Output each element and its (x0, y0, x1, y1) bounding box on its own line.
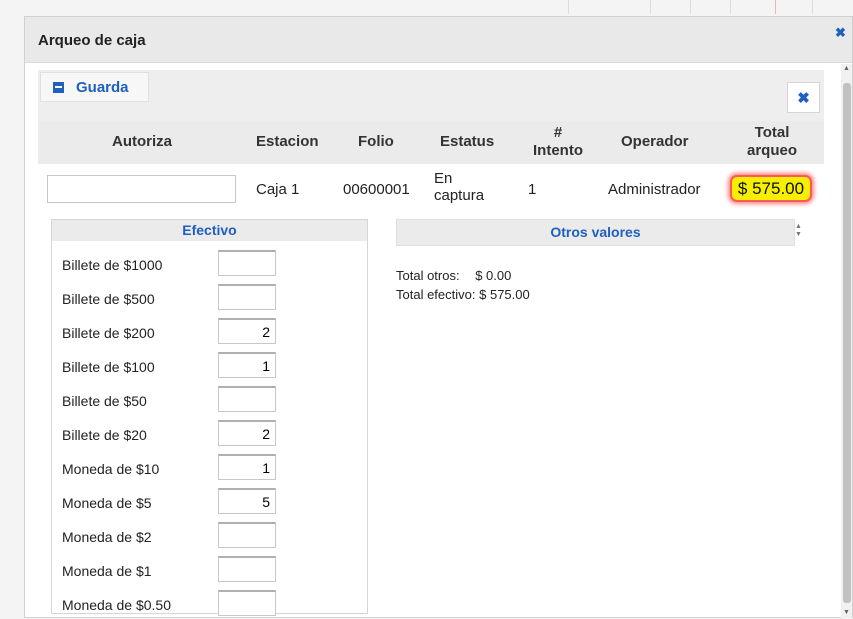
cash-row-moneda-050: Moneda de $0.50 (52, 590, 367, 619)
efectivo-title: Efectivo (52, 220, 367, 241)
total-arqueo-badge: $ 575.00 (730, 175, 812, 202)
cell-estacion: Caja 1 (256, 181, 300, 198)
cell-operador: Administrador (608, 181, 701, 198)
dialog-close-icon[interactable]: ✖ (835, 25, 846, 41)
cash-label: Billete de $200 (62, 325, 155, 341)
cash-label: Moneda de $1 (62, 563, 152, 579)
cell-estatus-line2: captura (434, 187, 485, 204)
total-otros-label: Total otros: (396, 268, 460, 283)
cash-label: Moneda de $10 (62, 461, 160, 477)
background-gridline (775, 0, 776, 14)
cash-input-billete-50[interactable] (218, 386, 276, 412)
header-total-line2: arqueo (746, 142, 797, 159)
cash-input-billete-100[interactable] (218, 352, 276, 378)
header-intento: # Intento (529, 124, 587, 160)
header-total-arqueo: Total arqueo (738, 124, 806, 160)
cell-intento: 1 (528, 181, 537, 198)
archive-icon (53, 81, 64, 93)
cash-row-moneda-5: Moneda de $5 (52, 488, 367, 522)
dialog-title: Arqueo de caja (38, 32, 146, 49)
cash-label: Billete de $100 (62, 359, 155, 375)
header-estacion: Estacion (256, 133, 319, 150)
cash-input-billete-500[interactable] (218, 284, 276, 310)
dialog-content: Guarda ✖ Autoriza Estacion Folio Estatus… (25, 64, 840, 619)
background-gridline (650, 0, 651, 14)
header-estatus: Estatus (440, 133, 495, 150)
autoriza-input[interactable] (47, 175, 236, 203)
total-otros-value: $ 0.00 (475, 268, 512, 283)
save-button[interactable]: Guarda (40, 72, 149, 102)
otros-valores-panel: Otros valores ▲ ▼ (396, 219, 811, 249)
cash-input-billete-200[interactable] (218, 318, 276, 344)
save-button-label: Guarda (76, 78, 129, 96)
cash-row-billete-100: Billete de $100 (52, 352, 367, 386)
close-button[interactable]: ✖ (787, 82, 820, 113)
background-gridline (812, 0, 813, 14)
cell-estatus: En captura (434, 170, 484, 204)
cash-row-billete-500: Billete de $500 (52, 284, 367, 318)
otros-spinner[interactable]: ▲ ▼ (795, 223, 802, 239)
cash-input-billete-1000[interactable] (218, 250, 276, 276)
background-gridline (730, 0, 731, 14)
cash-input-moneda-10[interactable] (218, 454, 276, 480)
header-total-line1: Total (754, 124, 790, 141)
header-folio: Folio (358, 133, 394, 150)
efectivo-panel: Efectivo Billete de $1000 Billete de $50… (51, 219, 368, 616)
cash-row-billete-1000: Billete de $1000 (52, 250, 367, 284)
dialog-titlebar: Arqueo de caja (25, 17, 852, 63)
cash-input-moneda-2[interactable] (218, 522, 276, 548)
background-gridline (568, 0, 569, 14)
table-header: Autoriza Estacion Folio Estatus # Intent… (38, 121, 824, 164)
header-operador: Operador (621, 133, 689, 150)
total-efectivo-label: Total efectivo: (396, 287, 476, 302)
cell-folio: 00600001 (343, 181, 410, 198)
cash-label: Billete de $500 (62, 291, 155, 307)
scroll-down-icon[interactable]: ▼ (843, 609, 850, 616)
header-intento-line1: # (553, 124, 563, 141)
arqueo-dialog: Arqueo de caja ✖ Guarda ✖ Autoriza Estac… (24, 16, 853, 619)
cash-row-billete-20: Billete de $20 (52, 420, 367, 454)
cash-row-billete-200: Billete de $200 (52, 318, 367, 352)
background-gridline (690, 0, 691, 14)
cash-label: Moneda de $5 (62, 495, 152, 511)
table-row: Caja 1 00600001 En captura 1 Administrad… (38, 164, 824, 210)
cash-row-moneda-2: Moneda de $2 (52, 522, 367, 556)
cash-input-moneda-5[interactable] (218, 488, 276, 514)
spin-up-icon[interactable]: ▲ (795, 223, 802, 231)
cash-input-moneda-1[interactable] (218, 556, 276, 582)
cash-label: Moneda de $2 (62, 529, 152, 545)
cash-row-billete-50: Billete de $50 (52, 386, 367, 420)
header-intento-line2: Intento (533, 142, 583, 159)
header-autoriza: Autoriza (112, 133, 172, 150)
cash-label: Billete de $20 (62, 427, 147, 443)
total-efectivo-value: $ 575.00 (479, 287, 530, 302)
spin-down-icon[interactable]: ▼ (795, 231, 802, 239)
cash-input-billete-20[interactable] (218, 420, 276, 446)
cash-input-moneda-050[interactable] (218, 590, 276, 616)
total-efectivo-line: Total efectivo: $ 575.00 (396, 285, 530, 304)
cash-row-moneda-10: Moneda de $10 (52, 454, 367, 488)
cash-label: Billete de $50 (62, 393, 147, 409)
toolbar: Guarda ✖ (38, 70, 824, 121)
otros-valores-title: Otros valores (396, 219, 795, 246)
cash-label: Moneda de $0.50 (62, 597, 171, 613)
cell-estatus-line1: En (434, 170, 453, 187)
cash-row-moneda-1: Moneda de $1 (52, 556, 367, 590)
totals-summary: Total otros: $ 0.00 Total efectivo: $ 57… (396, 266, 530, 304)
close-icon: ✖ (797, 89, 810, 107)
scrollbar-thumb[interactable] (843, 83, 851, 603)
cash-label: Billete de $1000 (62, 257, 163, 273)
scroll-up-icon[interactable]: ▲ (843, 65, 850, 72)
total-otros-line: Total otros: $ 0.00 (396, 266, 530, 285)
